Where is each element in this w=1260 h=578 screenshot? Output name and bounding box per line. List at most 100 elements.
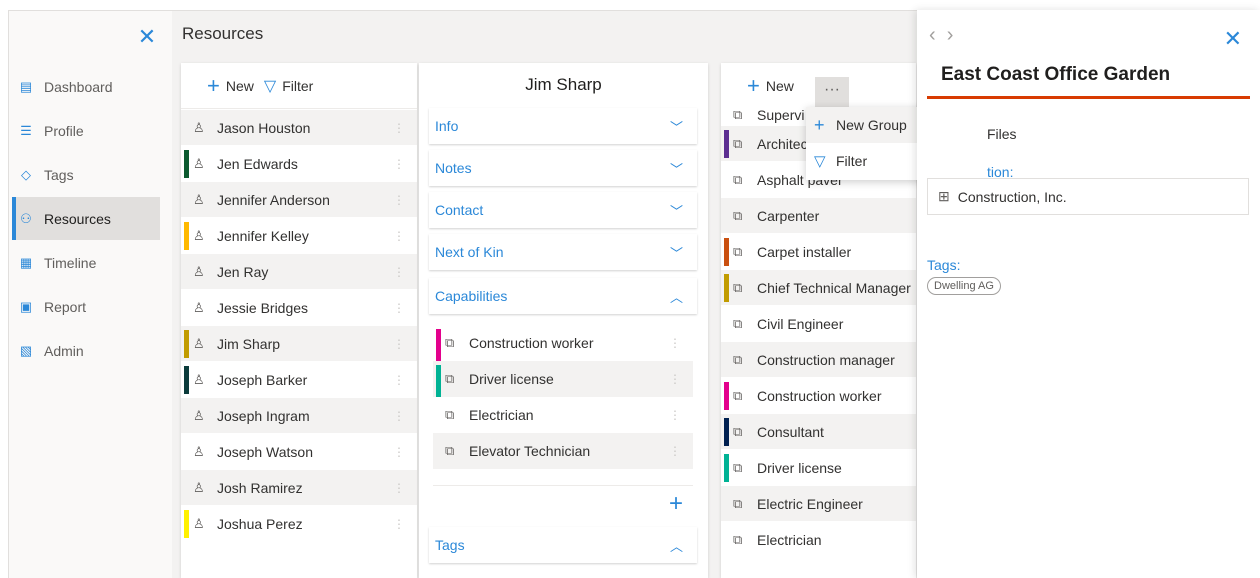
new-button[interactable]: New [766, 78, 794, 94]
sidebar-item-report[interactable]: ▣ Report [12, 285, 160, 328]
more-icon[interactable]: ⋮ [393, 409, 405, 423]
color-bar [724, 310, 729, 338]
list-item[interactable]: ⧉ Driver license [721, 450, 916, 486]
list-item[interactable]: ♙ Joseph Ingram ⋮ [181, 398, 417, 434]
tag-chip[interactable]: Dwelling AG [927, 277, 1001, 295]
person-name: Joseph Watson [217, 443, 313, 460]
list-item[interactable]: ⧉ Carpenter [721, 198, 916, 234]
color-bar [724, 202, 729, 230]
section-label: Tags [435, 537, 465, 553]
person-name: Josh Ramirez [217, 479, 303, 496]
list-item[interactable]: ⧉ Construction worker [721, 378, 916, 414]
section-next-of-kin[interactable]: Next of Kin ﹀ [429, 234, 697, 270]
more-icon[interactable]: ⋮ [393, 193, 405, 207]
list-item[interactable]: ♙ Joseph Barker ⋮ [181, 362, 417, 398]
people-list: ♙ Jason Houston ⋮ ♙ Jen Edwards ⋮ ♙ Jennifer … [181, 110, 417, 578]
list-item[interactable]: ♙ Jen Edwards ⋮ [181, 146, 417, 182]
more-icon[interactable]: ⋮ [669, 408, 681, 422]
sidebar-item-profile[interactable]: ☰ Profile [12, 109, 160, 152]
more-icon[interactable]: ⋮ [393, 445, 405, 459]
person-icon: ♙ [193, 335, 205, 351]
list-item[interactable]: ♙ Josh Ramirez ⋮ [181, 470, 417, 506]
organization-field[interactable]: ⊞ Construction, Inc. [927, 178, 1249, 215]
sidebar-item-tags[interactable]: ◇ Tags [12, 153, 160, 196]
list-item[interactable]: ♙ Joshua Perez ⋮ [181, 506, 417, 542]
more-icon[interactable]: ⋮ [393, 373, 405, 387]
list-item[interactable]: ♙ Jennifer Kelley ⋮ [181, 218, 417, 254]
sidebar-item-dashboard[interactable]: ▤ Dashboard [12, 65, 160, 108]
list-item[interactable]: ♙ Joseph Watson ⋮ [181, 434, 417, 470]
more-icon[interactable]: ⋮ [393, 265, 405, 279]
list-item[interactable]: ♙ Jen Ray ⋮ [181, 254, 417, 290]
section-contact[interactable]: Contact ﹀ [429, 192, 697, 228]
chevron-left-icon[interactable]: ‹ [929, 24, 936, 46]
files-link[interactable]: Files [987, 126, 1017, 142]
chevron-right-icon[interactable]: › [947, 24, 954, 46]
person-icon: ♙ [193, 407, 205, 423]
sidebar-item-admin[interactable]: ▧ Admin [12, 329, 160, 372]
building-icon: ⊞ [938, 188, 950, 204]
list-item[interactable]: ⧉ Construction manager [721, 342, 916, 378]
list-item[interactable]: ⧉ Civil Engineer [721, 306, 916, 342]
plus-icon[interactable]: + [207, 75, 220, 97]
more-icon[interactable]: ⋮ [669, 444, 681, 458]
list-item[interactable]: ⧉ Electric Engineer [721, 486, 916, 522]
color-bar [436, 329, 441, 361]
plus-icon[interactable]: + [669, 490, 683, 518]
list-item[interactable]: ⧉ Electrician ⋮ [433, 397, 693, 433]
dashboard-icon: ▤ [19, 78, 33, 94]
list-item[interactable]: ♙ Jessie Bridges ⋮ [181, 290, 417, 326]
sidebar-item-timeline[interactable]: ▦ Timeline [12, 241, 160, 284]
more-button[interactable]: ··· [815, 77, 849, 109]
color-bar [184, 150, 189, 178]
group-icon: ⧉ [733, 387, 743, 403]
admin-icon: ▧ [19, 342, 33, 358]
more-icon[interactable]: ⋮ [393, 517, 405, 531]
person-icon: ♙ [193, 227, 205, 243]
more-icon[interactable]: ⋮ [393, 121, 405, 135]
plus-icon[interactable]: + [747, 75, 760, 97]
more-icon[interactable]: ⋮ [393, 301, 405, 315]
detail-panel: Jim Sharp Info ﹀ Notes ﹀ Contact ﹀ Next of … [419, 63, 708, 578]
color-bar [724, 238, 729, 266]
more-icon[interactable]: ⋮ [393, 229, 405, 243]
sidebar-item-label: Dashboard [44, 78, 113, 95]
plus-icon: + [814, 114, 825, 135]
filter-button[interactable]: Filter [282, 78, 313, 94]
more-icon[interactable]: ⋮ [669, 372, 681, 386]
sidebar-item-resources[interactable]: ⚇ Resources [12, 197, 160, 240]
sidebar-item-label: Report [44, 298, 87, 315]
list-item[interactable]: ⧉ Elevator Technician ⋮ [433, 433, 693, 469]
more-icon[interactable]: ⋮ [669, 336, 681, 350]
more-icon[interactable]: ⋮ [393, 337, 405, 351]
more-icon[interactable]: ⋮ [393, 481, 405, 495]
list-item[interactable]: ⧉ Electrician [721, 522, 916, 558]
section-info[interactable]: Info ﹀ [429, 108, 697, 144]
new-button[interactable]: New [226, 78, 254, 94]
close-icon[interactable]: ✕ [1224, 26, 1242, 52]
group-label: Chief Technical Manager [757, 279, 911, 296]
list-item[interactable]: ♙ Jennifer Anderson ⋮ [181, 182, 417, 218]
section-notes[interactable]: Notes ﹀ [429, 150, 697, 186]
color-bar [184, 402, 189, 430]
list-item[interactable]: ♙ Jason Houston ⋮ [181, 110, 417, 146]
chevron-down-icon: ﹀ [669, 245, 683, 261]
list-item[interactable]: ⧉ Carpet installer [721, 234, 916, 270]
list-item[interactable]: ⧉ Construction worker ⋮ [433, 325, 693, 361]
timeline-icon: ▦ [19, 254, 33, 270]
list-item[interactable]: ⧉ Chief Technical Manager [721, 270, 916, 306]
group-label: Construction worker [757, 387, 882, 404]
person-icon: ♙ [193, 515, 205, 531]
list-item[interactable]: ⧉ Consultant [721, 414, 916, 450]
sidebar-item-label: Admin [44, 342, 84, 359]
filter-icon[interactable]: ▽ [264, 76, 276, 96]
list-item[interactable]: ⧉ Driver license ⋮ [433, 361, 693, 397]
close-icon[interactable]: ✕ [135, 25, 159, 49]
section-capabilities[interactable]: Capabilities ︿ [429, 278, 697, 314]
list-item[interactable]: ♙ Jim Sharp ⋮ [181, 326, 417, 362]
color-bar [184, 294, 189, 322]
color-bar [724, 346, 729, 374]
section-tags[interactable]: Tags ︿ [429, 527, 697, 563]
more-icon[interactable]: ⋮ [393, 157, 405, 171]
color-bar [724, 382, 729, 410]
